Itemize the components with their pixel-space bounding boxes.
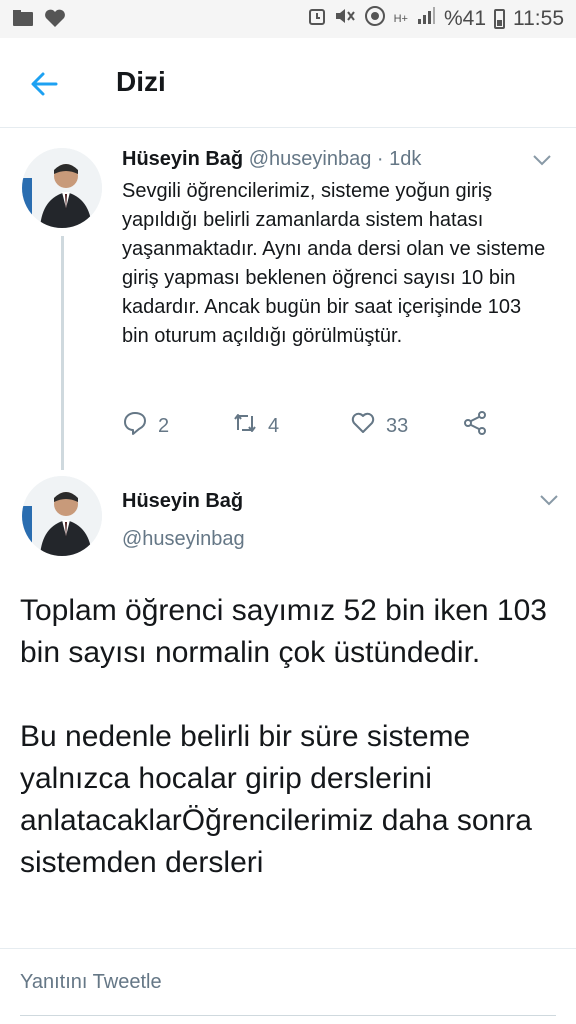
battery-percent: %41 [443,7,486,30]
signal-icon [416,7,436,31]
image-icon [12,9,34,32]
meta-separator: · [371,148,390,170]
avatar[interactable] [22,476,102,556]
tweet-time: 1dk [389,148,422,170]
author-handle[interactable]: @huseyinbag [122,528,245,551]
author-handle[interactable]: @huseyinbag [249,148,372,170]
like-icon [350,410,376,442]
reply-underline [20,1015,556,1016]
like-count: 33 [386,414,409,437]
tweet-text: Sevgili öğrencilerimiz, sisteme yoğun gi… [122,180,546,347]
retweet-icon [232,410,258,442]
back-arrow-icon[interactable] [26,66,62,102]
battery-icon [494,9,505,29]
chevron-down-icon[interactable] [538,493,560,507]
reply-input[interactable]: Yanıtını Tweetle [20,971,162,994]
heart-icon [44,8,66,33]
page-title: Dizi [116,66,166,97]
tweet-card[interactable]: Hüseyin Bağ @huseyinbag · 1dk Sevgili öğ… [0,128,576,470]
clock: 11:55 [513,7,564,30]
tweet-header: Hüseyin Bağ @huseyinbag · 1dk [122,148,421,171]
retweet-button[interactable]: 4 [232,410,279,442]
status-bar-notifications [12,8,66,33]
tweet-actions: 2 4 33 [122,410,502,440]
reply-count: 2 [158,414,170,437]
alarm-icon [308,6,326,32]
reply-icon [122,410,148,442]
mute-icon [334,6,356,32]
like-button[interactable]: 33 [350,410,408,442]
author-name[interactable]: Hüseyin Bağ [122,148,243,170]
author-name[interactable]: Hüseyin Bağ [122,490,243,513]
reply-bar: Yanıtını Tweetle [0,948,576,1024]
toolbar: Dizi [0,38,576,128]
status-bar-system: H+ %41 11:55 [308,6,564,32]
retweet-count: 4 [268,414,280,437]
reply-button[interactable]: 2 [122,410,169,442]
share-icon [462,410,488,442]
thread-line [61,236,64,470]
avatar[interactable] [22,148,102,228]
chevron-down-icon[interactable] [531,153,553,167]
share-button[interactable] [462,410,488,442]
status-bar: H+ %41 11:55 [0,0,576,38]
wifi-icon [364,6,386,32]
network-type: H+ [393,13,408,25]
tweet-text: Toplam öğrenci sayımız 52 bin iken 103 b… [20,594,547,879]
